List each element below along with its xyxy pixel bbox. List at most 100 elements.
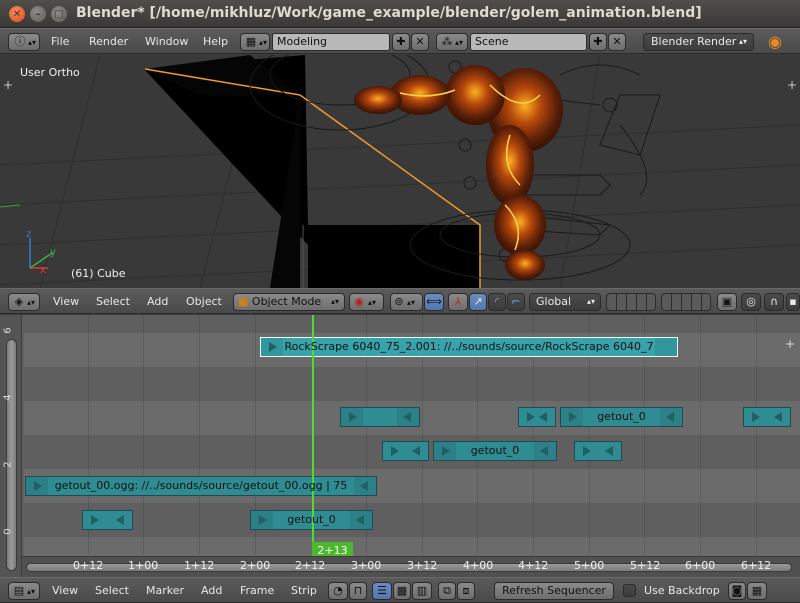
properties-toggle-icon[interactable]: + <box>787 78 797 92</box>
viewport-shading-dropdown[interactable]: ◉ ▴▾ <box>349 293 384 311</box>
frame-tick: 2+00 <box>240 559 271 572</box>
sound-strip[interactable] <box>518 407 556 427</box>
proportional-edit-button[interactable]: ◎ <box>741 293 761 311</box>
svg-text:y: y <box>50 247 56 258</box>
render-engine-dropdown[interactable]: Blender Render ▴▾ <box>643 33 754 51</box>
screen-layout-browse-button[interactable]: ▦ ▴▾ <box>240 33 270 51</box>
frame-tick: 6+00 <box>685 559 716 572</box>
maximize-window-button[interactable]: □ <box>51 6 67 22</box>
menu-object[interactable]: Object <box>186 289 222 314</box>
frame-tick: 3+12 <box>407 559 438 572</box>
properties-toggle-icon[interactable]: + <box>785 337 795 351</box>
frame-tick: 1+00 <box>128 559 159 572</box>
sound-strip-getout-b[interactable]: getout_0 <box>433 441 557 461</box>
menu-render[interactable]: Render <box>89 29 128 54</box>
view-name-label: User Ortho <box>20 66 80 79</box>
sound-strip-rockscrape[interactable]: RockScrape 6040_75_2.001: //../sounds/so… <box>260 337 678 357</box>
sound-strip[interactable] <box>743 407 791 427</box>
scene-browse-button[interactable]: ⁂ ▴▾ <box>436 33 468 51</box>
viewport-scene: z y x <box>0 55 800 288</box>
menu-add[interactable]: Add <box>201 578 222 603</box>
strip-label: getout_00.ogg: //../sounds/source/getout… <box>54 479 348 492</box>
chevron-updown-icon: ▴▾ <box>455 38 464 47</box>
split-view-icon: ▥ <box>416 584 428 597</box>
lock-button[interactable]: ⊓ <box>349 582 367 600</box>
blender-logo-icon: ◉ <box>768 32 782 51</box>
chevron-updown-icon: ▴▾ <box>368 298 377 307</box>
minimize-window-button[interactable]: – <box>30 6 46 22</box>
sound-strip-getout-a[interactable]: getout_0 <box>560 407 683 427</box>
sound-strip-getout-ogg[interactable]: getout_00.ogg: //../sounds/source/getout… <box>25 476 377 496</box>
center-points-icon: ⟺ <box>426 295 442 308</box>
render-only-button[interactable]: ▣ <box>717 293 737 311</box>
add-scene-button[interactable]: ✚ <box>589 33 607 51</box>
paste-strips-button[interactable]: ⧈ <box>457 582 475 600</box>
3d-viewport[interactable]: z y x User Ortho (61) Cube + + <box>0 55 800 288</box>
snap-icon: ▪ <box>789 295 797 308</box>
preview-view-button[interactable]: ▩ <box>393 582 411 600</box>
sound-strip[interactable] <box>382 441 429 461</box>
scene-layers-grid[interactable] <box>606 293 656 311</box>
3d-view-header: ◈ ▴▾ View Select Add Object ■ Object Mode… <box>0 288 800 314</box>
refresh-sequencer-button[interactable]: Refresh Sequencer <box>494 582 614 600</box>
channel-tick: 2 <box>2 461 14 468</box>
transform-orientation-dropdown[interactable]: Global ▴▾ <box>529 293 601 311</box>
frame-tick: 1+12 <box>184 559 215 572</box>
grid-line <box>756 315 757 555</box>
transform-manipulator-toggle[interactable]: ⅄ <box>448 293 468 311</box>
add-screen-button[interactable]: ✚ <box>392 33 410 51</box>
use-backdrop-checkbox[interactable] <box>623 584 636 597</box>
window-title-bar: ✕ – □ Blender* [/home/mikhluz/Work/game_… <box>0 0 800 28</box>
chevron-updown-icon: ▴▾ <box>407 298 416 307</box>
editor-type-info-button[interactable]: ⓘ ▴▾ <box>8 33 40 51</box>
delete-scene-button[interactable]: ✕ <box>608 33 626 51</box>
channel-tick: 0 <box>2 528 14 535</box>
menu-select[interactable]: Select <box>95 578 129 603</box>
render-animation-button[interactable]: ▦ <box>747 582 767 600</box>
delete-screen-button[interactable]: ✕ <box>411 33 429 51</box>
manipulate-center-button[interactable]: ⟺ <box>424 293 444 311</box>
video-sequence-editor[interactable]: 6 4 2 0 + RockScrape 6040_75_2.001: //..… <box>0 315 800 578</box>
scene-layers-grid-2[interactable] <box>661 293 711 311</box>
object-mode-dropdown[interactable]: ■ Object Mode ▴▾ <box>233 293 345 311</box>
editor-type-3dview-button[interactable]: ◈ ▴▾ <box>8 293 40 311</box>
render-still-button[interactable]: ◙ <box>728 582 746 600</box>
snap-toggle-button[interactable]: ∩ <box>764 293 784 311</box>
render-engine-label: Blender Render <box>651 35 737 48</box>
editor-type-sequencer-button[interactable]: ▤ ▴▾ <box>8 582 40 600</box>
sequencer-view-button[interactable]: ☰ <box>372 582 392 600</box>
sound-strip[interactable] <box>82 510 133 530</box>
scene-field[interactable]: Scene <box>470 33 587 51</box>
menu-file[interactable]: File <box>51 29 69 54</box>
vertical-scrollbar[interactable] <box>6 339 17 571</box>
menu-select[interactable]: Select <box>96 289 130 314</box>
menu-window[interactable]: Window <box>145 29 188 54</box>
screen-layout-field[interactable]: Modeling <box>272 33 390 51</box>
menu-view[interactable]: View <box>53 289 79 314</box>
translate-manipulator-button[interactable]: ↗ <box>469 293 487 311</box>
proportional-icon: ◎ <box>746 295 756 308</box>
frame-tick: 5+12 <box>630 559 661 572</box>
channel-tick: 6 <box>2 327 14 334</box>
overlay-toggle-button[interactable]: ◔ <box>328 582 348 600</box>
toolshelf-toggle-icon[interactable]: + <box>3 78 13 92</box>
scene-icon: ⁂ <box>441 35 453 48</box>
sound-strip[interactable] <box>574 441 622 461</box>
close-window-button[interactable]: ✕ <box>9 6 25 22</box>
grid-line <box>199 315 200 555</box>
menu-view[interactable]: View <box>52 578 78 603</box>
menu-marker[interactable]: Marker <box>146 578 184 603</box>
rotate-manipulator-button[interactable]: ◜ <box>488 293 506 311</box>
copy-icon: ⧉ <box>443 584 451 597</box>
menu-frame[interactable]: Frame <box>240 578 274 603</box>
menu-help[interactable]: Help <box>203 29 228 54</box>
sequencer-preview-button[interactable]: ▥ <box>412 582 432 600</box>
snap-element-button[interactable]: ▪ <box>786 293 800 311</box>
pivot-point-dropdown[interactable]: ⊚ ▴▾ <box>390 293 423 311</box>
copy-strips-button[interactable]: ⧉ <box>438 582 456 600</box>
menu-strip[interactable]: Strip <box>291 578 317 603</box>
menu-add[interactable]: Add <box>147 289 168 314</box>
sound-strip[interactable] <box>340 407 420 427</box>
scale-manipulator-button[interactable]: ⌐ <box>507 293 525 311</box>
paste-icon: ⧈ <box>462 584 470 597</box>
